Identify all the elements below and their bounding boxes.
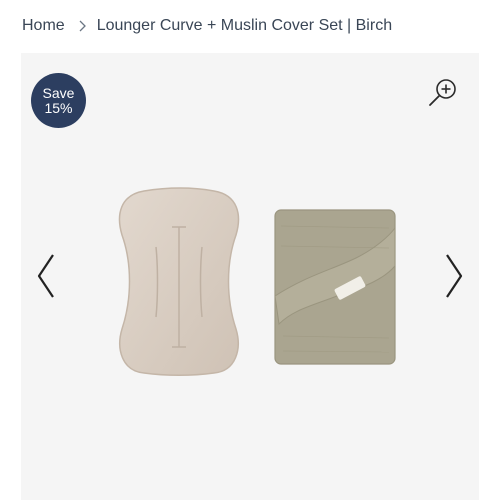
save-badge-percent: 15% <box>44 99 73 116</box>
save-badge: Save 15% <box>31 73 86 128</box>
next-image-button[interactable] <box>441 251 467 301</box>
breadcrumb: Home Lounger Curve + Muslin Cover Set | … <box>22 14 392 38</box>
zoom-in-icon[interactable] <box>427 77 459 109</box>
breadcrumb-current: Lounger Curve + Muslin Cover Set | Birch <box>96 17 393 34</box>
chevron-right-icon <box>79 20 86 32</box>
muslin-cover-image <box>274 209 396 365</box>
lounger-curve-image <box>118 187 240 376</box>
save-badge-label: Save <box>42 84 75 101</box>
product-image-gallery[interactable]: Save 15% <box>21 53 479 500</box>
previous-image-button[interactable] <box>33 251 59 301</box>
breadcrumb-home-link[interactable]: Home <box>22 17 65 35</box>
